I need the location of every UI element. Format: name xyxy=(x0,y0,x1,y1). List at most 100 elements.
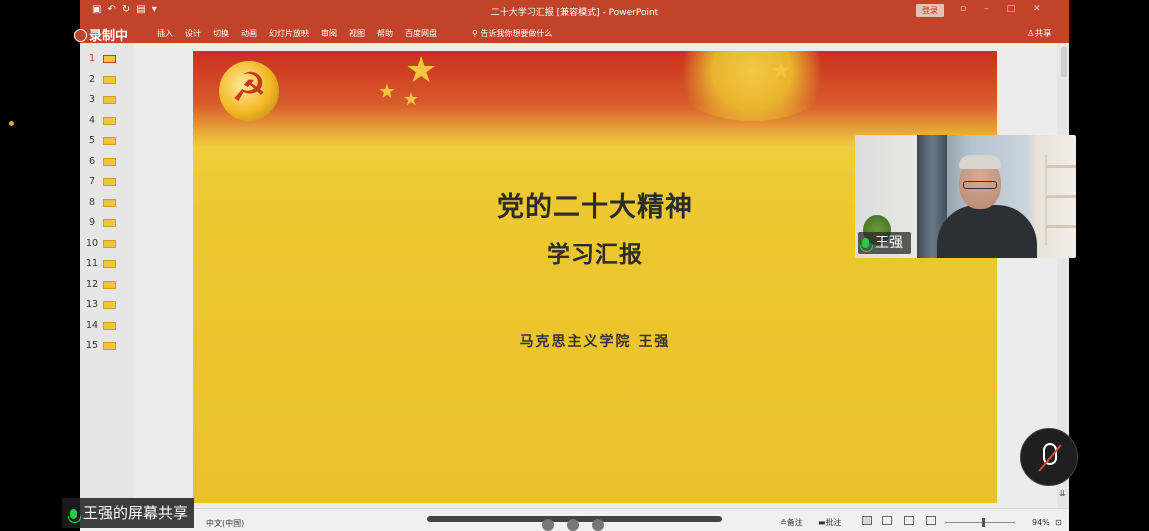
maximize-icon[interactable]: □ xyxy=(1007,4,1034,14)
slide-thumbnail[interactable]: 8 xyxy=(80,195,134,213)
reading-view-icon[interactable] xyxy=(904,516,914,525)
share-button[interactable]: ♙共享 xyxy=(1027,27,1052,39)
camera-name: 王强 xyxy=(875,235,903,251)
language-indicator[interactable]: 中文(中国) xyxy=(206,518,244,529)
record-icon xyxy=(74,29,87,42)
notes-label: 备注 xyxy=(786,518,803,527)
slide-preview xyxy=(103,342,116,350)
slide-number: 9 xyxy=(88,217,96,228)
fit-to-window-icon[interactable]: ⊡ xyxy=(1055,518,1062,527)
slide-number: 1 xyxy=(88,53,96,64)
slide-thumbnail[interactable]: 4 xyxy=(80,113,134,131)
camera-tile[interactable]: 王强 xyxy=(855,135,1076,258)
slide-thumbnail[interactable]: 2 xyxy=(80,72,134,90)
slide-thumbnail[interactable]: 6 xyxy=(80,154,134,172)
tab-baidu-netdisk[interactable]: 百度网盘 xyxy=(405,28,437,39)
slide-preview xyxy=(103,178,116,186)
slide-number: 5 xyxy=(88,135,96,146)
slide-preview xyxy=(103,116,116,125)
slide-thumbnail[interactable]: 14 xyxy=(80,318,134,336)
slide-author: 马克思主义学院 王强 xyxy=(519,334,671,350)
person-icon: ♙ xyxy=(1027,29,1035,39)
tell-me-label: 告诉我你想要做什么 xyxy=(480,29,553,38)
slide-thumbnail[interactable]: 11 xyxy=(80,256,134,274)
slide-number: 13 xyxy=(85,299,99,310)
normal-view-icon[interactable] xyxy=(862,516,872,525)
slide-number: 8 xyxy=(88,196,96,208)
minimize-icon[interactable]: – xyxy=(984,4,1007,14)
screen-share-text: 王强的屏幕共享 xyxy=(83,504,189,522)
star-icon: ★ xyxy=(405,51,438,91)
zoom-slider-knob[interactable] xyxy=(982,518,985,527)
slide-number: 6 xyxy=(88,155,96,167)
recording-indicator: 录制中 xyxy=(74,25,128,44)
slide-preview xyxy=(103,157,116,166)
tab-transitions[interactable]: 切换 xyxy=(213,28,229,39)
scroll-handle[interactable] xyxy=(542,519,554,531)
slide-preview xyxy=(103,321,116,330)
tell-me-search[interactable]: ⚲ 告诉我你想要做什么 xyxy=(472,28,552,39)
tab-insert[interactable]: 插入 xyxy=(157,28,173,39)
participant-glasses xyxy=(963,181,997,189)
slide-preview xyxy=(103,137,116,145)
slide-preview xyxy=(103,96,116,104)
ribbon-options-icon[interactable]: ▫ xyxy=(960,4,984,14)
zoom-level[interactable]: 94% xyxy=(1032,518,1050,527)
status-dot xyxy=(9,121,14,126)
slide-thumbnail[interactable]: 5 xyxy=(80,133,134,151)
slide-thumbnail[interactable]: 7 xyxy=(80,174,134,192)
slide-number: 11 xyxy=(85,258,99,269)
mic-icon xyxy=(68,509,81,523)
scroll-handle[interactable] xyxy=(592,519,604,531)
slide-thumbnail-pane: 1 2 3 4 5 6 7 8 9 10 11 12 13 14 15 xyxy=(80,43,134,508)
camera-name-label: 王强 xyxy=(858,232,911,254)
slide-thumbnail[interactable]: 1 xyxy=(80,51,134,69)
slide-number: 10 xyxy=(85,237,99,249)
slide-thumbnail[interactable]: 15 xyxy=(80,338,134,356)
tab-design[interactable]: 设计 xyxy=(185,28,201,39)
tab-review[interactable]: 审阅 xyxy=(321,28,337,39)
tab-help[interactable]: 帮助 xyxy=(377,28,393,39)
slide-sorter-icon[interactable] xyxy=(882,516,892,525)
slide[interactable]: ★ ★ ★ ★ ☭ 党的二十大精神 学习汇报 马克思主义学院 王强 xyxy=(193,51,997,503)
notes-icon: ≗ xyxy=(780,518,787,527)
party-emblem-icon: ☭ xyxy=(219,61,279,121)
scroll-thumb[interactable] xyxy=(1061,47,1067,77)
slideshow-view-icon[interactable] xyxy=(926,516,936,525)
zoom-slider[interactable] xyxy=(945,522,1015,523)
slide-thumbnail[interactable]: 12 xyxy=(80,277,134,295)
share-label: 共享 xyxy=(1034,29,1052,39)
slide-number: 15 xyxy=(85,340,99,351)
tab-view[interactable]: 视图 xyxy=(349,28,365,39)
slide-preview xyxy=(103,280,116,289)
close-icon[interactable]: ✕ xyxy=(1033,4,1059,14)
slide-number: 3 xyxy=(88,94,96,105)
comment-icon: ▬ xyxy=(818,518,826,527)
star-icon: ★ xyxy=(378,79,396,103)
slide-thumbnail[interactable]: 13 xyxy=(80,297,134,315)
slide-thumbnail[interactable]: 10 xyxy=(80,236,134,254)
screen-share-label: 王强的屏幕共享 xyxy=(62,498,195,528)
meeting-stage: ▣↶↻▤▾ 二十大学习汇报 [兼容模式] - PowerPoint 登录 ▫–□… xyxy=(0,0,1149,531)
slide-thumbnail[interactable]: 9 xyxy=(80,215,134,233)
notes-button[interactable]: ≗备注 xyxy=(780,517,803,528)
tab-animations[interactable]: 动画 xyxy=(241,28,257,39)
mute-toggle-button[interactable] xyxy=(1020,428,1078,486)
login-button[interactable]: 登录 xyxy=(916,4,944,17)
mic-icon xyxy=(860,238,873,252)
slide-thumbnail[interactable]: 3 xyxy=(80,92,134,110)
comments-label: 批注 xyxy=(825,518,842,527)
participant-body xyxy=(937,205,1037,258)
status-bar: 中文(中国) ≗备注 ▬批注 94% ⊡ xyxy=(80,508,1069,531)
slide-number: 4 xyxy=(88,114,96,126)
slide-number: 12 xyxy=(85,278,99,290)
tab-slideshow[interactable]: 幻灯片放映 xyxy=(269,28,309,39)
slide-preview xyxy=(103,219,116,227)
slide-number: 14 xyxy=(85,319,99,331)
horizontal-scrollbar[interactable] xyxy=(427,516,722,531)
ribbon-tabs: 录制中 插入 设计 切换 动画 幻灯片放映 审阅 视图 帮助 百度网盘 ⚲ 告诉… xyxy=(74,22,1069,44)
ribbon-menu: 插入 设计 切换 动画 幻灯片放映 审阅 视图 帮助 百度网盘 xyxy=(157,28,437,39)
scroll-handle[interactable] xyxy=(567,519,579,531)
next-slide-icon[interactable]: ⇊ xyxy=(1059,489,1066,498)
comments-button[interactable]: ▬批注 xyxy=(818,517,842,528)
